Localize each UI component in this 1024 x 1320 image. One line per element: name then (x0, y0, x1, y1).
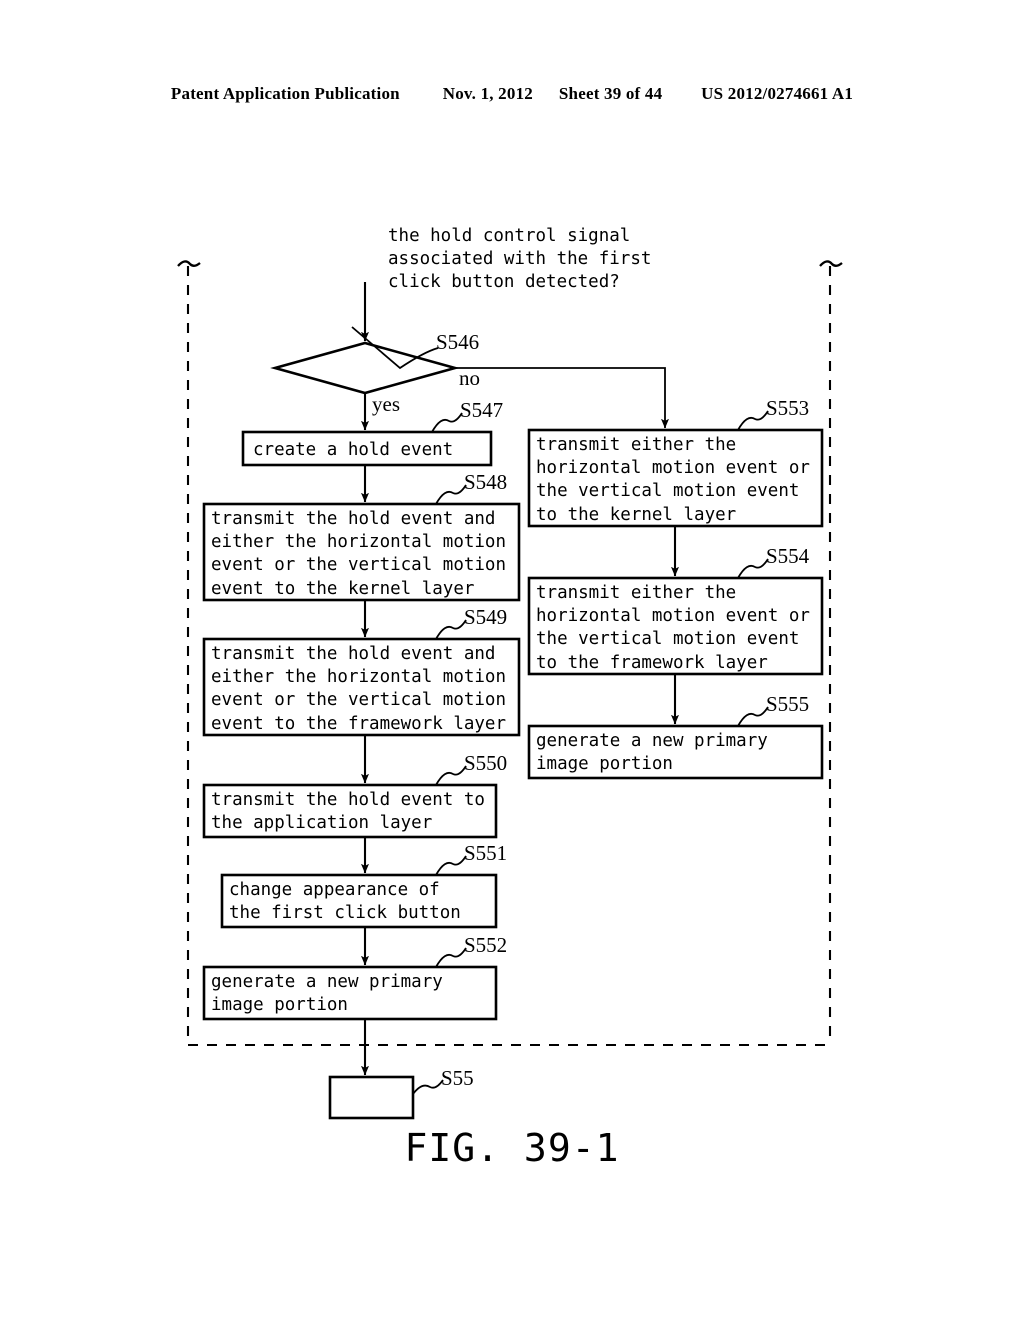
box-label-s553: transmit either the horizontal motion ev… (536, 435, 810, 525)
box-label-s547: create a hold event (253, 440, 454, 460)
ref-label-s55: S55 (441, 1066, 474, 1090)
ref-label-s548: S548 (464, 470, 508, 494)
box-label-s548: transmit the hold event and either the h… (211, 509, 507, 599)
box-label-s550: transmit the hold event to the applicati… (211, 790, 485, 834)
decision-question-text: the hold control signal associated with … (388, 226, 652, 293)
ref-label-s553: S553 (766, 396, 810, 420)
decision-diamond-s546 (270, 341, 460, 395)
box-label-s549: transmit the hold event and either the h… (211, 644, 507, 734)
box-label-s552: generate a new primary image portion (211, 972, 443, 1016)
ref-label-s551: S551 (464, 841, 508, 865)
box-label-s555: generate a new primary image portion (536, 731, 768, 775)
ref-label-s554: S554 (766, 544, 810, 568)
branch-label-yes: yes (372, 392, 400, 416)
box-label-s554: transmit either the horizontal motion ev… (536, 583, 810, 673)
box-s55 (328, 1075, 415, 1120)
ref-label-s546: S546 (436, 330, 480, 354)
ref-label-s549: S549 (464, 605, 508, 629)
ref-label-s552: S552 (464, 933, 508, 957)
flowchart-vector-layer (177, 260, 843, 1120)
flowchart-figure: the hold control signal associated with … (0, 0, 1024, 1320)
box-label-s551: change appearance of the first click but… (229, 880, 461, 924)
figure-caption: FIG. 39-1 (404, 1126, 620, 1170)
ref-label-s547: S547 (460, 398, 504, 422)
ref-label-s555: S555 (766, 692, 810, 716)
branch-label-no: no (459, 366, 480, 390)
ref-label-s550: S550 (464, 751, 508, 775)
